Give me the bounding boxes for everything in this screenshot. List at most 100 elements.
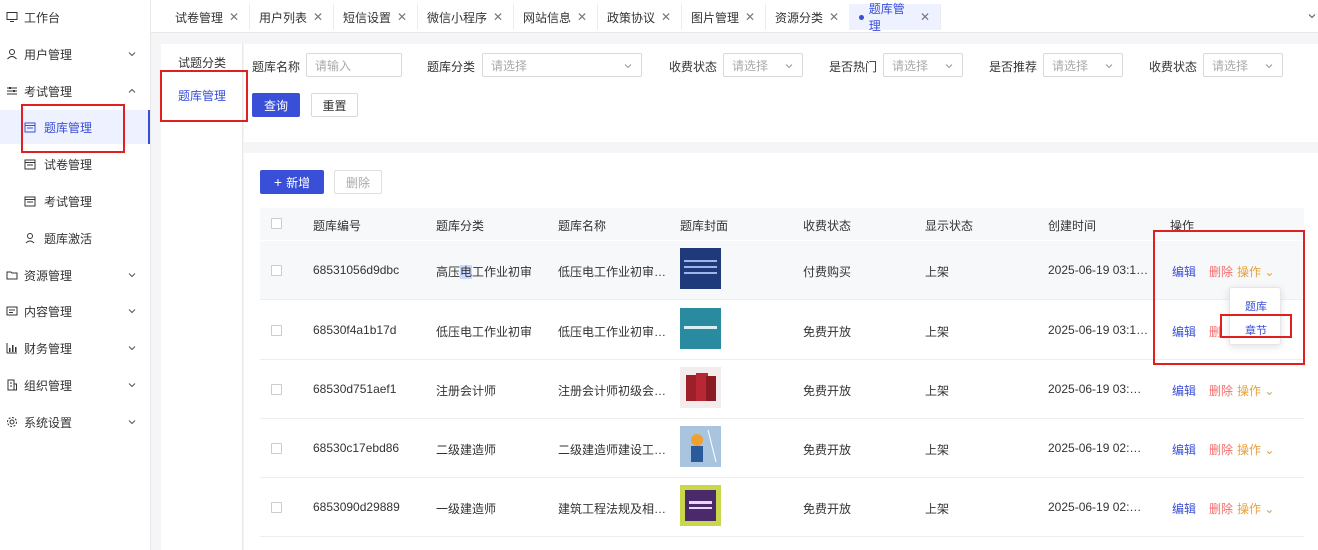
cover-image xyxy=(680,367,721,408)
hot-label: 是否热门 xyxy=(829,60,878,74)
add-button[interactable]: + 新增 xyxy=(260,170,324,194)
cell-name: 低压电工作业初审… xyxy=(558,265,667,279)
header-fee: 收费状态 xyxy=(803,219,852,233)
close-icon[interactable]: ✕ xyxy=(745,10,755,24)
sidebar-subitem-activation[interactable]: 题库激活 xyxy=(0,221,150,255)
sidebar-item-label: 内容管理 xyxy=(24,304,73,319)
tab-label: 短信设置 xyxy=(343,10,392,25)
more-actions-link[interactable]: 操作 ⌄ xyxy=(1237,500,1274,517)
more-actions-link[interactable]: 操作 ⌄ xyxy=(1237,382,1274,399)
tab-paper-management[interactable]: 试卷管理 ✕ xyxy=(165,4,251,30)
close-icon[interactable]: ✕ xyxy=(577,10,587,24)
sidebar-item-organization[interactable]: 组织管理 xyxy=(0,370,150,400)
tab-user-list[interactable]: 用户列表 ✕ xyxy=(249,4,335,30)
search-panel: 题库名称 请输入 题库分类 请选择 收费状态 请选择 是否热门 请选择 是否推荐… xyxy=(244,44,1318,142)
chevron-down-icon xyxy=(623,60,633,70)
fee-select[interactable]: 请选择 xyxy=(723,53,803,77)
recommend-label: 是否推荐 xyxy=(989,60,1038,74)
cell-category-selected: 电 xyxy=(460,265,473,279)
more-label: 操作 xyxy=(1237,384,1262,398)
edit-link[interactable]: 编辑 xyxy=(1172,382,1196,399)
chevron-down-icon xyxy=(126,379,138,391)
category-select[interactable]: 请选择 xyxy=(482,53,642,77)
category-placeholder: 请选择 xyxy=(491,58,528,73)
tab-question-bank[interactable]: 题库管理 ✕ xyxy=(849,2,941,33)
cell-id: 68530d751aef1 xyxy=(313,382,397,396)
sidebar-item-settings[interactable]: 系统设置 xyxy=(0,407,150,437)
cell-category: 注册会计师 xyxy=(436,384,497,398)
header-name: 题库名称 xyxy=(558,219,607,233)
select-all-checkbox[interactable] xyxy=(271,218,282,229)
annotation-box-actions xyxy=(1153,230,1305,365)
fee2-select[interactable]: 请选择 xyxy=(1203,53,1283,77)
edit-link[interactable]: 编辑 xyxy=(1172,500,1196,517)
tab-resource-category[interactable]: 资源分类 ✕ xyxy=(765,4,851,30)
recommend-select[interactable]: 请选择 xyxy=(1043,53,1123,77)
query-button[interactable]: 查询 xyxy=(252,93,300,117)
header-created: 创建时间 xyxy=(1048,219,1097,233)
sidebar-item-content[interactable]: 内容管理 xyxy=(0,296,150,326)
close-icon[interactable]: ✕ xyxy=(920,10,930,24)
table-row[interactable]: 68530c17ebd86 二级建造师 二级建造师建设工… 免费开放 上架 20… xyxy=(260,419,1304,478)
tab-policy[interactable]: 政策协议 ✕ xyxy=(597,4,683,30)
tab-image-management[interactable]: 图片管理 ✕ xyxy=(681,4,767,30)
sidebar-subitem-exams[interactable]: 考试管理 xyxy=(0,184,150,218)
name-input[interactable]: 请输入 xyxy=(306,53,402,77)
sidebar-item-finance[interactable]: 财务管理 xyxy=(0,333,150,363)
annotation-box-category xyxy=(160,70,248,122)
close-icon[interactable]: ✕ xyxy=(661,10,671,24)
sidebar-item-resources[interactable]: 资源管理 xyxy=(0,260,150,290)
sidebar-item-dashboard[interactable]: 工作台 xyxy=(0,2,150,32)
chevron-down-icon[interactable] xyxy=(1306,10,1318,22)
close-icon[interactable]: ✕ xyxy=(829,10,839,24)
reset-button[interactable]: 重置 xyxy=(311,93,358,117)
tab-wechat-miniprogram[interactable]: 微信小程序 ✕ xyxy=(417,4,515,30)
table-row[interactable]: 68531056d9dbc 高压电工作业初审 低压电工作业初审… 付费购买 上架… xyxy=(260,241,1304,300)
sidebar-item-users[interactable]: 用户管理 xyxy=(0,39,150,69)
chevron-down-icon xyxy=(126,48,138,60)
folder-icon xyxy=(6,269,18,281)
table-row[interactable]: 68530f4a1b17d 低压电工作业初审 低压电工作业初审… 免费开放 上架… xyxy=(260,301,1304,360)
close-icon[interactable]: ✕ xyxy=(229,10,239,24)
row-checkbox[interactable] xyxy=(271,325,282,336)
delete-link[interactable]: 删除 xyxy=(1209,382,1233,399)
cell-fee: 付费购买 xyxy=(803,265,852,279)
tab-label: 资源分类 xyxy=(775,10,824,25)
delete-link[interactable]: 删除 xyxy=(1209,500,1233,517)
cell-category-post: 工作业初审 xyxy=(472,265,533,279)
close-icon[interactable]: ✕ xyxy=(313,10,323,24)
sidebar-item-exam[interactable]: 考试管理 xyxy=(0,76,150,106)
sidebar-item-label: 财务管理 xyxy=(24,341,73,356)
close-icon[interactable]: ✕ xyxy=(397,10,407,24)
cell-fee: 免费开放 xyxy=(803,502,852,516)
more-actions-link[interactable]: 操作 ⌄ xyxy=(1237,441,1274,458)
row-checkbox[interactable] xyxy=(271,265,282,276)
category-question-types[interactable]: 试题分类 xyxy=(161,54,243,71)
row-checkbox[interactable] xyxy=(271,443,282,454)
table-row[interactable]: 6853090d29889 一级建造师 建筑工程法规及相… 免费开放 上架 20… xyxy=(260,478,1304,537)
cell-category: 低压电工作业初审 xyxy=(436,325,533,339)
batch-delete-button[interactable]: 删除 xyxy=(334,170,382,194)
calendar-icon xyxy=(24,195,36,207)
chevron-down-icon xyxy=(1264,60,1274,70)
fee2-placeholder: 请选择 xyxy=(1212,58,1249,73)
tab-label: 图片管理 xyxy=(691,10,740,25)
user-icon xyxy=(6,48,18,60)
table-row[interactable]: 68530d751aef1 注册会计师 注册会计师初级会… 免费开放 上架 20… xyxy=(260,360,1304,419)
chevron-down-icon: ⌄ xyxy=(1264,443,1275,457)
row-checkbox[interactable] xyxy=(271,384,282,395)
cell-fee: 免费开放 xyxy=(803,325,852,339)
tab-sms-settings[interactable]: 短信设置 ✕ xyxy=(333,4,419,30)
edit-link[interactable]: 编辑 xyxy=(1172,441,1196,458)
row-checkbox[interactable] xyxy=(271,502,282,513)
cell-category-pre: 高压 xyxy=(436,265,461,279)
person-icon xyxy=(24,232,36,244)
hot-select[interactable]: 请选择 xyxy=(883,53,963,77)
tab-site-info[interactable]: 网站信息 ✕ xyxy=(513,4,599,30)
gear-icon xyxy=(6,416,18,428)
tab-label: 试卷管理 xyxy=(175,10,224,25)
delete-link[interactable]: 删除 xyxy=(1209,441,1233,458)
cell-created: 2025-06-19 02:… xyxy=(1048,500,1142,514)
name-label: 题库名称 xyxy=(252,60,301,74)
close-icon[interactable]: ✕ xyxy=(493,10,503,24)
